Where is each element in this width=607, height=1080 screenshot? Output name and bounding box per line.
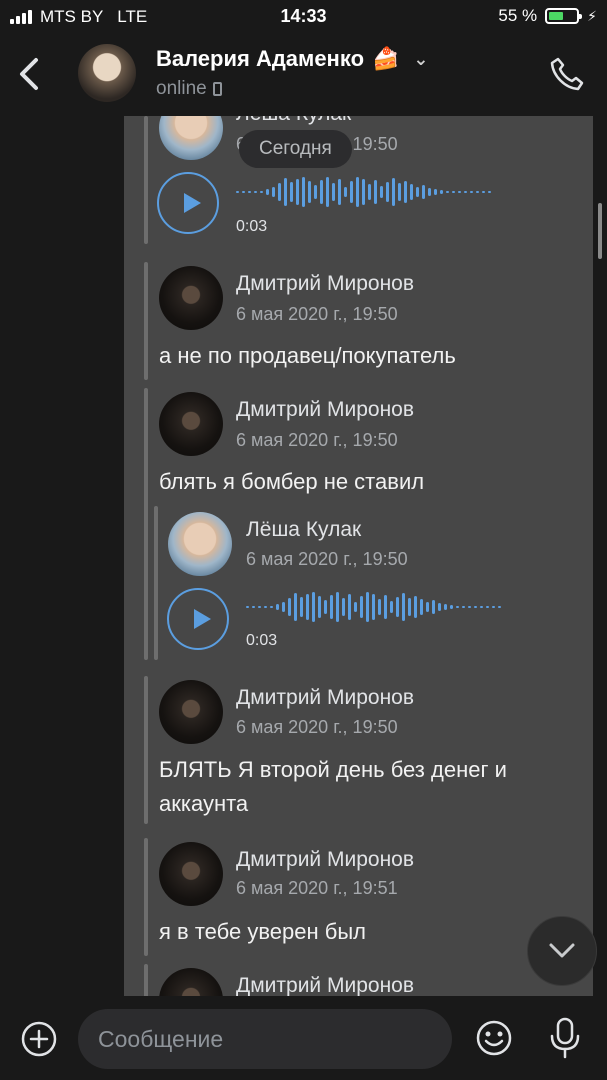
- author-name: Лёша Кулак: [236, 116, 351, 126]
- chevron-down-icon: ⌄: [413, 48, 429, 69]
- composer: Сообщение: [0, 996, 607, 1080]
- nested-forward-bar: [154, 506, 158, 660]
- author-avatar: [159, 392, 223, 456]
- forward-bar: [144, 262, 148, 380]
- voice-waveform[interactable]: [246, 591, 501, 623]
- author-name: Дмитрий Миронов: [236, 272, 414, 295]
- date-chip: Сегодня: [239, 130, 352, 168]
- message-text: а не по продавец/покупатель: [159, 343, 456, 368]
- attach-plus-icon[interactable]: [20, 1020, 58, 1058]
- author-avatar: [159, 968, 223, 996]
- cake-emoji: 🍰: [372, 46, 400, 71]
- message-date: 6 мая 2020 г., 19:50: [236, 430, 398, 450]
- author-name: Дмитрий Миронов: [236, 398, 414, 421]
- contact-status: online: [156, 78, 222, 100]
- battery-percent: 55 %: [498, 6, 538, 25]
- message-text: блять я бомбер не ставил: [159, 469, 425, 494]
- battery-icon: [545, 8, 583, 24]
- voice-duration: 0:03: [236, 218, 268, 235]
- chevron-down-icon: [549, 943, 575, 958]
- author-avatar: [159, 680, 223, 744]
- forward-bar: [144, 676, 148, 824]
- contact-name: Валерия Адаменко: [156, 46, 365, 71]
- author-name: Лёша Кулак: [246, 518, 362, 541]
- contact-avatar[interactable]: [78, 44, 136, 102]
- scroll-indicator[interactable]: [598, 203, 602, 259]
- charging-icon: ⚡: [587, 7, 597, 24]
- message-input[interactable]: Сообщение: [78, 1009, 452, 1069]
- forwarded-messages-panel[interactable]: Лёша Кулак 6 мая 2020 г., 19:50 0:03 Дми…: [124, 116, 593, 996]
- message-text: я в тебе уверен был: [159, 919, 367, 944]
- play-button[interactable]: [167, 588, 229, 650]
- phone-icon[interactable]: [547, 54, 587, 94]
- contact-name-row[interactable]: Валерия Адаменко 🍰 ⌄: [156, 46, 429, 72]
- play-button[interactable]: [157, 172, 219, 234]
- forward-bar: [144, 838, 148, 956]
- forward-bar: [144, 388, 148, 660]
- author-name: Дмитрий Миронов: [236, 686, 414, 709]
- author-avatar: [159, 842, 223, 906]
- author-avatar: [168, 512, 232, 576]
- author-name: Дмитрий Миронов: [236, 974, 414, 996]
- chevron-left-icon[interactable]: [14, 54, 48, 94]
- author-avatar: [159, 266, 223, 330]
- microphone-icon[interactable]: [546, 1016, 584, 1060]
- message-text: БЛЯТЬ Я второй день без денег и аккаунта: [159, 757, 507, 816]
- message-date: 6 мая 2020 г., 19:50: [246, 549, 408, 569]
- mobile-device-icon: [212, 82, 222, 96]
- message-date: 6 мая 2020 г., 19:50: [236, 304, 398, 324]
- message-date: 6 мая 2020 г., 19:51: [236, 878, 398, 898]
- author-avatar: [159, 116, 223, 160]
- chat-header: Валерия Адаменко 🍰 ⌄ online: [0, 34, 607, 116]
- voice-waveform[interactable]: [236, 176, 491, 208]
- forward-bar: [144, 964, 148, 996]
- message-date: 6 мая 2020 г., 19:50: [236, 717, 398, 737]
- scroll-down-button[interactable]: [527, 916, 597, 986]
- emoji-icon[interactable]: [474, 1018, 514, 1058]
- status-bar: MTS BY LTE 14:33 55 % ⚡: [0, 0, 607, 34]
- forward-bar: [144, 116, 148, 244]
- status-text: online: [156, 78, 207, 99]
- voice-duration: 0:03: [246, 632, 278, 649]
- author-name: Дмитрий Миронов: [236, 848, 414, 871]
